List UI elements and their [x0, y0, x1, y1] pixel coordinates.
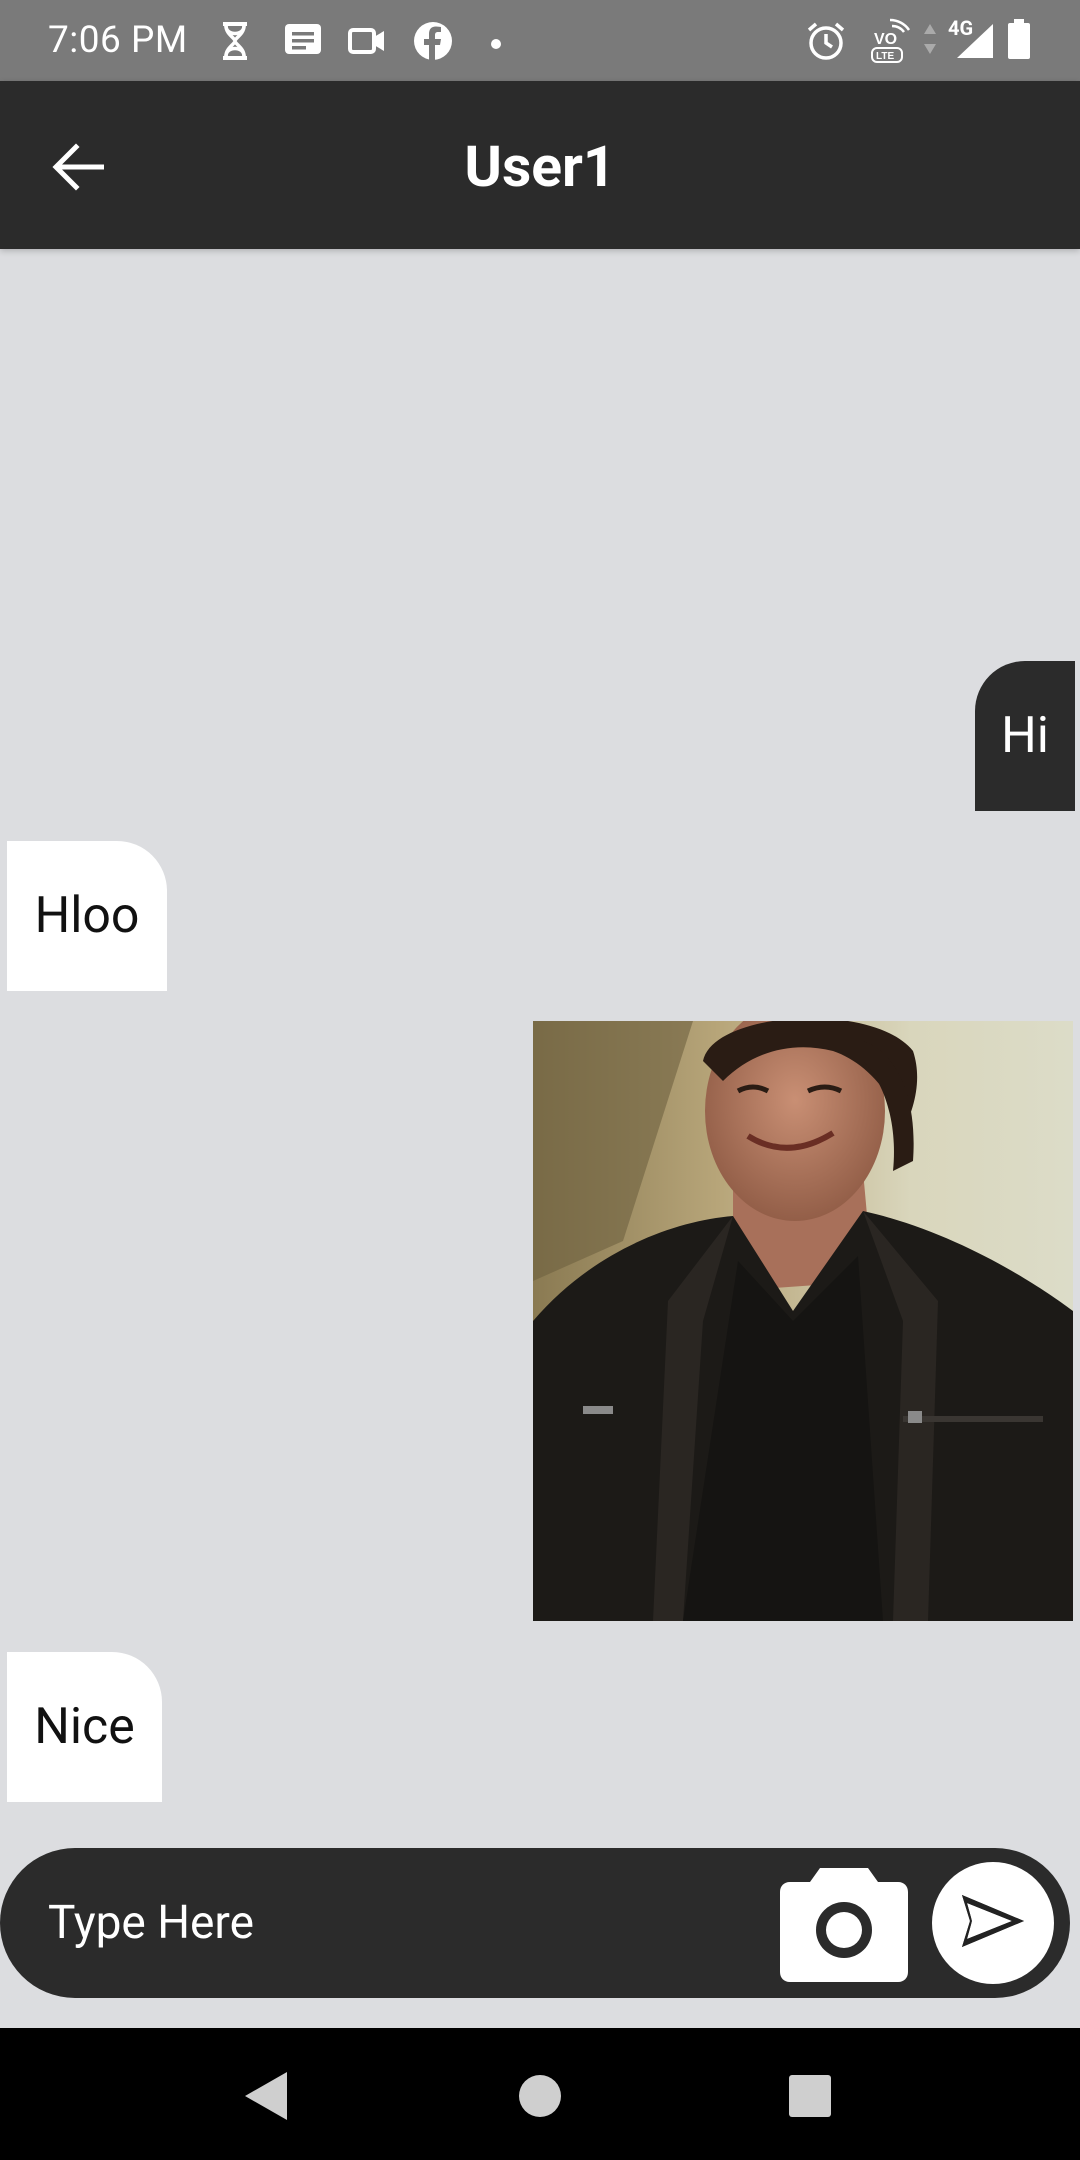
system-nav-bar — [0, 2028, 1080, 2160]
facebook-icon — [413, 21, 453, 65]
data-arrows-icon — [923, 22, 937, 60]
dot-icon — [490, 35, 502, 54]
message-icon — [283, 22, 323, 62]
message-text: Hi — [1001, 707, 1049, 765]
back-triangle-icon — [243, 2070, 291, 2126]
app-bar: User1 — [0, 81, 1080, 249]
send-icon — [960, 1893, 1026, 1953]
message-composer — [0, 1848, 1070, 1998]
volte-icon: VO LTE — [870, 16, 912, 68]
message-bubble-sent[interactable]: Hi — [975, 661, 1075, 811]
portrait-photo — [533, 1021, 1073, 1621]
chat-title: User1 — [464, 133, 616, 200]
message-list[interactable]: Hi Hloo Nice — [0, 249, 1080, 1829]
send-button[interactable] — [932, 1862, 1054, 1984]
status-time: 7:06 PM — [48, 19, 188, 62]
hourglass-icon — [220, 22, 250, 64]
camera-icon — [780, 1868, 908, 1986]
svg-text:LTE: LTE — [876, 51, 894, 62]
video-icon — [347, 27, 387, 59]
message-text: Nice — [34, 1698, 135, 1756]
message-input[interactable] — [48, 1888, 728, 1958]
message-text: Hloo — [34, 887, 140, 945]
nav-recents-button[interactable] — [780, 2068, 840, 2128]
message-bubble-received[interactable]: Hloo — [7, 841, 167, 991]
battery-icon — [1007, 18, 1031, 64]
recents-square-icon — [787, 2073, 833, 2123]
alarm-icon — [805, 20, 847, 66]
message-image[interactable] — [533, 1021, 1073, 1621]
message-bubble-received[interactable]: Nice — [7, 1652, 162, 1802]
camera-button[interactable] — [780, 1868, 908, 1982]
home-circle-icon — [517, 2073, 563, 2123]
status-bar: 7:06 PM VO LTE 4G — [0, 0, 1080, 81]
svg-text:VO: VO — [874, 31, 897, 48]
nav-home-button[interactable] — [510, 2068, 570, 2128]
signal-icon — [955, 22, 995, 64]
nav-back-button[interactable] — [237, 2068, 297, 2128]
